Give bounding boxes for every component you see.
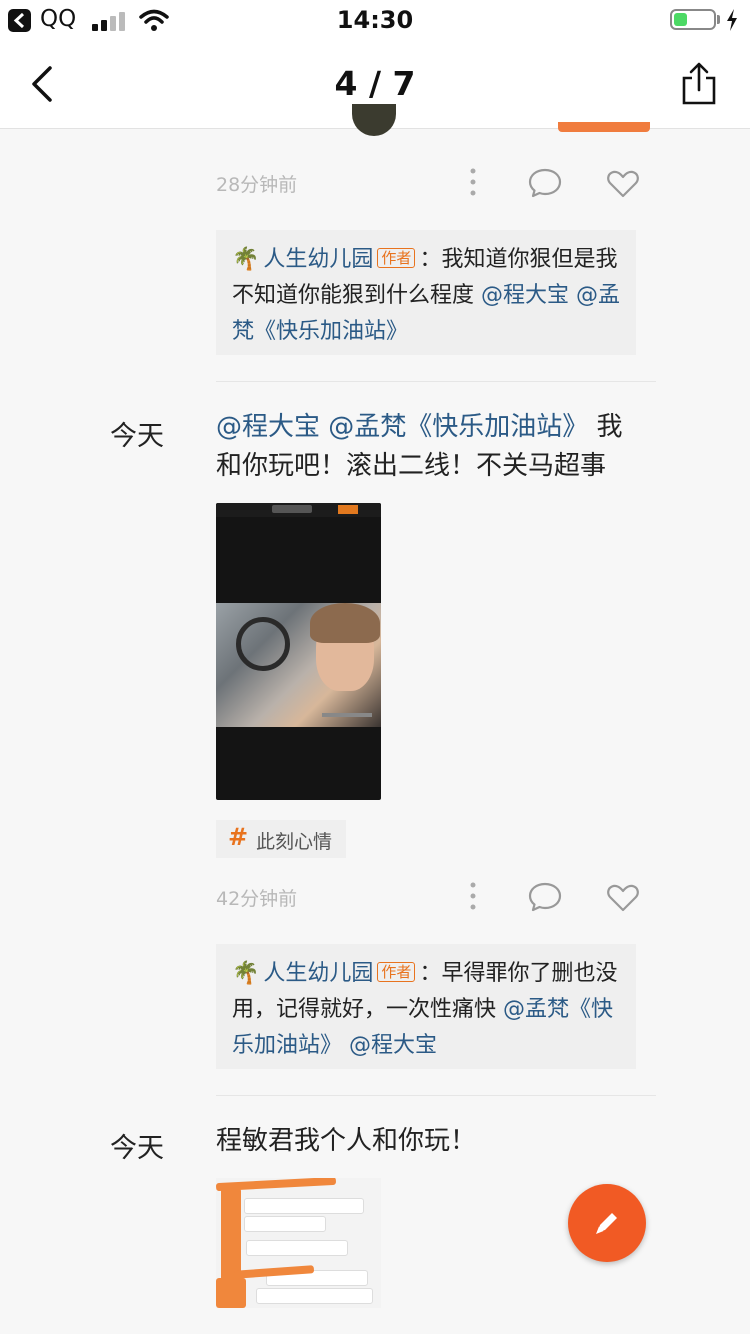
action-row: 28分钟前 [216,164,646,204]
author-badge: 作者 [377,962,416,982]
photo-follow-button [338,505,358,514]
timestamp: 42分钟前 [216,888,298,910]
avatar[interactable] [352,104,396,136]
car-selfie-image [216,603,381,727]
topic-tag[interactable]: # 此刻心情 [216,820,346,858]
hair [310,603,380,643]
reply-box[interactable]: 🌴 人生幼儿园 作者 ：我知道你狠但是我不知道你能狠到什么程度 @程大宝 @孟梵《快乐… [216,230,636,355]
charging-bolt-icon [727,9,737,31]
mention-link[interactable]: @程大宝 [216,412,320,442]
steering-wheel [236,617,290,671]
page-title: 4 / 7 [334,64,416,103]
reply-colon: ： [419,247,442,272]
battery-cap [717,15,720,24]
pencil-icon [596,1213,617,1234]
author-badge: 作者 [377,248,416,268]
reply-colon: ： [419,961,442,986]
censor-stroke [216,1278,246,1308]
palm-tree-icon: 🌴 [232,247,260,272]
post-photo[interactable] [216,1178,381,1308]
mention-link[interactable]: @程大宝 [349,1033,437,1058]
post-photo[interactable] [216,503,381,800]
photo-caption [322,713,372,717]
divider [216,381,656,382]
heart-icon[interactable] [606,170,640,198]
status-bar: QQ 14:30 [0,0,750,40]
more-vertical-icon[interactable] [466,880,480,912]
post-date: 今天 [110,421,164,452]
action-row: 42分钟前 [216,878,646,918]
chat-bubble [244,1216,326,1232]
status-badge [558,122,650,132]
mention-link[interactable]: @孟梵《快乐加油站》 [328,412,588,442]
hashtag-icon: # [228,823,249,851]
divider [216,1095,656,1096]
comment-icon[interactable] [528,882,562,912]
chat-bubble [246,1240,348,1256]
topic-tag-label: 此刻心情 [256,831,333,853]
post-text: @程大宝 @孟梵《快乐加油站》 我和你玩吧！滚出二线！不关马超事 [216,408,636,486]
battery-icon [670,9,716,30]
post-date: 今天 [110,1133,164,1164]
timestamp: 28分钟前 [216,174,298,196]
clock-time: 14:30 [336,6,414,34]
compose-button[interactable] [568,1184,646,1262]
chat-bubble [256,1288,373,1304]
mention-link[interactable]: @程大宝 [481,283,569,308]
share-icon[interactable] [680,62,718,106]
comment-icon[interactable] [528,168,562,198]
reply-box[interactable]: 🌴 人生幼儿园 作者 ：早得罪你了删也没用，记得就好，一次性痛快 @孟梵《快乐加油站》… [216,944,636,1069]
heart-icon[interactable] [606,884,640,912]
more-vertical-icon[interactable] [466,166,480,198]
reply-username[interactable]: 人生幼儿园 [263,247,373,272]
palm-tree-icon: 🌴 [232,961,260,986]
reply-username[interactable]: 人生幼儿园 [263,961,373,986]
post-text: 程敏君我个人和你玩！ [216,1126,477,1156]
chat-bubble [244,1198,364,1214]
photo-logo [272,505,312,513]
